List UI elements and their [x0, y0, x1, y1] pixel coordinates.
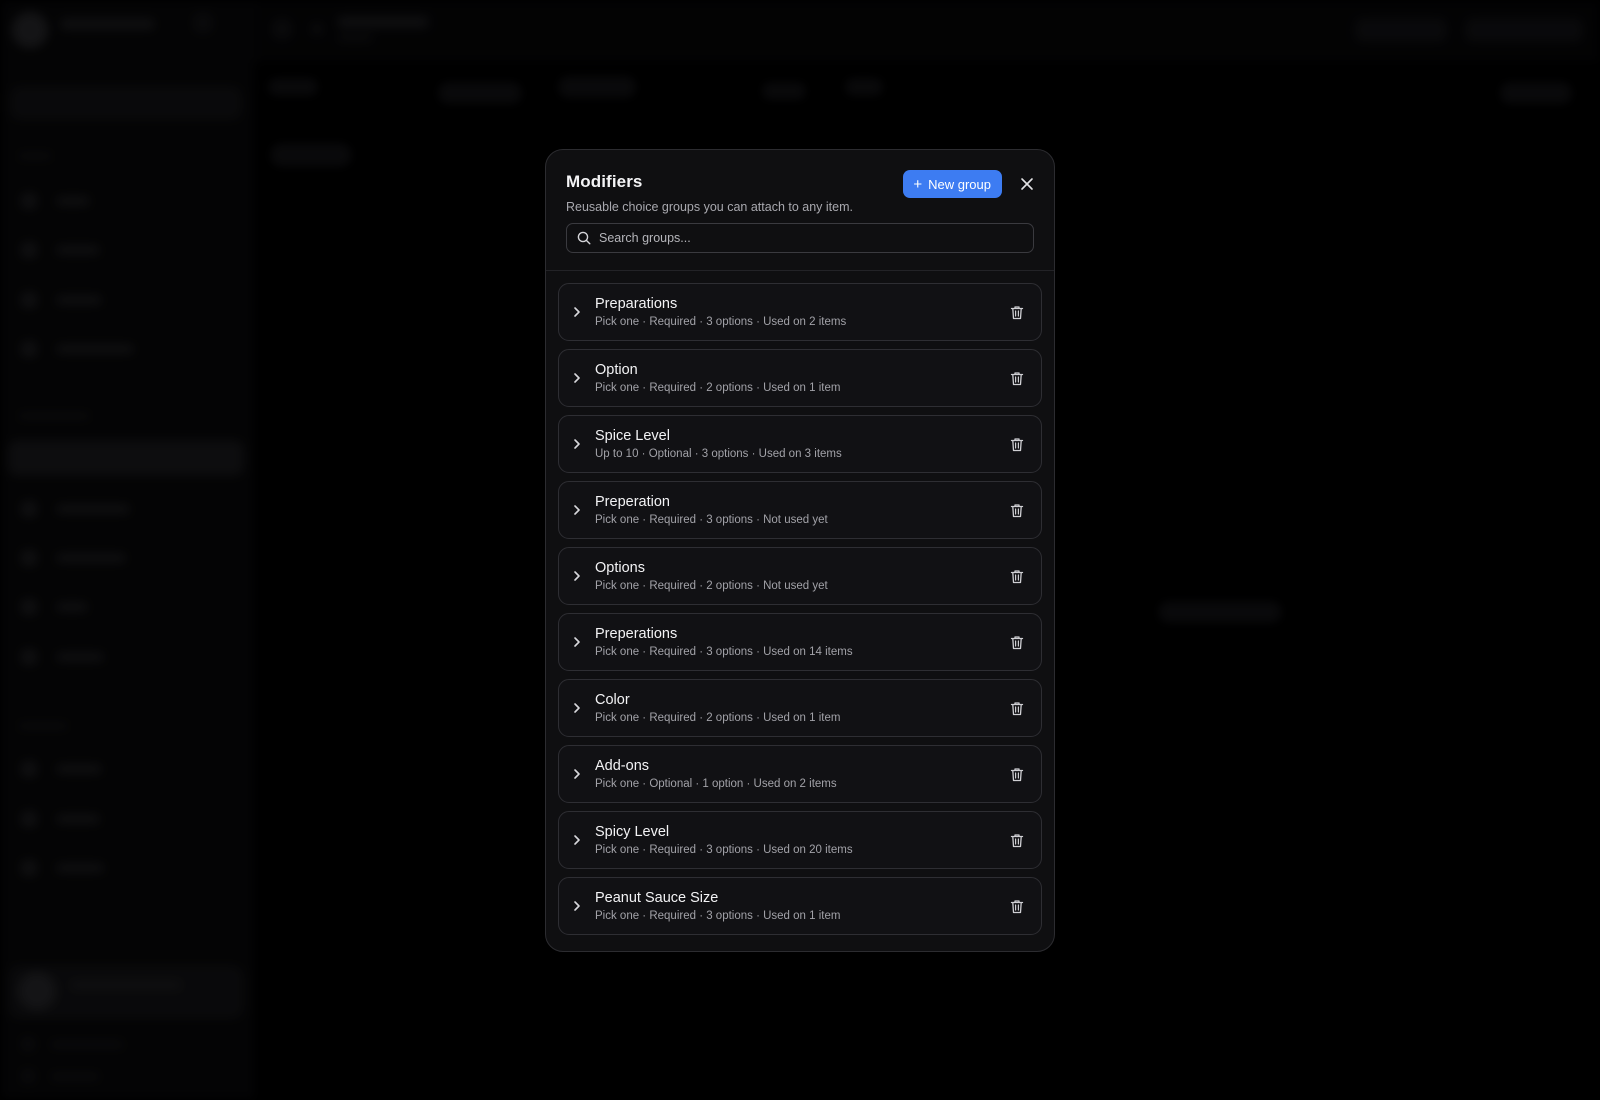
delete-group-button[interactable] — [1005, 630, 1029, 654]
search-field[interactable] — [566, 223, 1034, 253]
delete-group-button[interactable] — [1005, 762, 1029, 786]
modifiers-dialog: Modifiers Reusable choice groups you can… — [545, 149, 1055, 952]
group-name: Option — [595, 362, 638, 378]
group-name: Options — [595, 560, 645, 576]
modifier-group-row[interactable]: Color Pick one · Required · 2 options · … — [558, 679, 1042, 737]
chevron-right-icon — [574, 307, 580, 317]
delete-group-button[interactable] — [1005, 300, 1029, 324]
expand-button[interactable] — [559, 702, 595, 714]
expand-button[interactable] — [559, 900, 595, 912]
plus-icon: + — [913, 175, 923, 193]
delete-group-button[interactable] — [1005, 696, 1029, 720]
modifier-group-row[interactable]: Spicy Level Pick one · Required · 3 opti… — [558, 811, 1042, 869]
dialog-header: Modifiers Reusable choice groups you can… — [546, 150, 1054, 271]
expand-button[interactable] — [559, 768, 595, 780]
chevron-right-icon — [574, 505, 580, 515]
group-name: Color — [595, 692, 630, 708]
group-meta: Pick one · Required · 2 options · Not us… — [595, 580, 828, 592]
group-name: Add-ons — [595, 758, 650, 774]
chevron-right-icon — [574, 373, 580, 383]
expand-button[interactable] — [559, 636, 595, 648]
trash-icon — [1010, 701, 1024, 715]
trash-icon — [1010, 899, 1024, 913]
group-info: Add-ons Pick one · Optional · 1 option ·… — [595, 758, 1005, 790]
chevron-right-icon — [574, 769, 580, 779]
trash-icon — [1010, 305, 1024, 319]
group-info: Options Pick one · Required · 2 options … — [595, 560, 1005, 592]
group-meta: Pick one · Required · 2 options · Used o… — [595, 712, 841, 724]
group-meta: Pick one · Required · 2 options · Used o… — [595, 382, 841, 394]
group-name: Preperation — [595, 494, 670, 510]
group-info: Preperation Pick one · Required · 3 opti… — [595, 494, 1005, 526]
close-icon — [1021, 178, 1033, 190]
group-meta: Pick one · Required · 3 options · Used o… — [595, 844, 853, 856]
expand-button[interactable] — [559, 834, 595, 846]
trash-icon — [1010, 635, 1024, 649]
modifier-group-row[interactable]: Peanut Sauce Size Pick one · Required · … — [558, 877, 1042, 935]
delete-group-button[interactable] — [1005, 366, 1029, 390]
group-name: Preparations — [595, 296, 678, 312]
delete-group-button[interactable] — [1005, 432, 1029, 456]
group-meta: Pick one · Required · 3 options · Used o… — [595, 910, 841, 922]
trash-icon — [1010, 833, 1024, 847]
group-meta: Pick one · Optional · 1 option · Used on… — [595, 778, 837, 790]
modifier-group-row[interactable]: Preperation Pick one · Required · 3 opti… — [558, 481, 1042, 539]
delete-group-button[interactable] — [1005, 498, 1029, 522]
trash-icon — [1010, 767, 1024, 781]
dialog-subtitle: Reusable choice groups you can attach to… — [566, 200, 853, 214]
chevron-right-icon — [574, 571, 580, 581]
group-info: Preparations Pick one · Required · 3 opt… — [595, 296, 1005, 328]
modifier-group-row[interactable]: Spice Level Up to 10 · Optional · 3 opti… — [558, 415, 1042, 473]
group-meta: Pick one · Required · 3 options · Not us… — [595, 514, 828, 526]
modifier-group-row[interactable]: Add-ons Pick one · Optional · 1 option ·… — [558, 745, 1042, 803]
trash-icon — [1010, 569, 1024, 583]
group-meta: Pick one · Required · 3 options · Used o… — [595, 646, 853, 658]
modifier-group-list: Preparations Pick one · Required · 3 opt… — [546, 271, 1054, 935]
search-icon — [577, 231, 591, 245]
chevron-right-icon — [574, 703, 580, 713]
delete-group-button[interactable] — [1005, 894, 1029, 918]
modifier-group-row[interactable]: Option Pick one · Required · 2 options ·… — [558, 349, 1042, 407]
new-group-label: New group — [928, 176, 991, 192]
expand-button[interactable] — [559, 438, 595, 450]
chevron-right-icon — [574, 835, 580, 845]
group-name: Preperations — [595, 626, 678, 642]
modifier-group-row[interactable]: Options Pick one · Required · 2 options … — [558, 547, 1042, 605]
search-input[interactable] — [599, 231, 1033, 245]
delete-group-button[interactable] — [1005, 828, 1029, 852]
trash-icon — [1010, 437, 1024, 451]
modifier-group-row[interactable]: Preperations Pick one · Required · 3 opt… — [558, 613, 1042, 671]
expand-button[interactable] — [559, 570, 595, 582]
chevron-right-icon — [574, 637, 580, 647]
group-info: Preperations Pick one · Required · 3 opt… — [595, 626, 1005, 658]
expand-button[interactable] — [559, 504, 595, 516]
group-name: Spice Level — [595, 428, 670, 444]
chevron-right-icon — [574, 901, 580, 911]
chevron-right-icon — [574, 439, 580, 449]
delete-group-button[interactable] — [1005, 564, 1029, 588]
expand-button[interactable] — [559, 372, 595, 384]
trash-icon — [1010, 503, 1024, 517]
group-info: Spice Level Up to 10 · Optional · 3 opti… — [595, 428, 1005, 460]
group-info: Peanut Sauce Size Pick one · Required · … — [595, 890, 1005, 922]
group-info: Option Pick one · Required · 2 options ·… — [595, 362, 1005, 394]
group-name: Spicy Level — [595, 824, 670, 840]
trash-icon — [1010, 371, 1024, 385]
new-group-button[interactable]: + New group — [903, 170, 1002, 198]
group-info: Color Pick one · Required · 2 options · … — [595, 692, 1005, 724]
close-button[interactable] — [1016, 173, 1038, 195]
group-meta: Pick one · Required · 3 options · Used o… — [595, 316, 847, 328]
modifier-group-row[interactable]: Preparations Pick one · Required · 3 opt… — [558, 283, 1042, 341]
group-info: Spicy Level Pick one · Required · 3 opti… — [595, 824, 1005, 856]
group-meta: Up to 10 · Optional · 3 options · Used o… — [595, 448, 842, 460]
group-name: Peanut Sauce Size — [595, 890, 719, 906]
expand-button[interactable] — [559, 306, 595, 318]
